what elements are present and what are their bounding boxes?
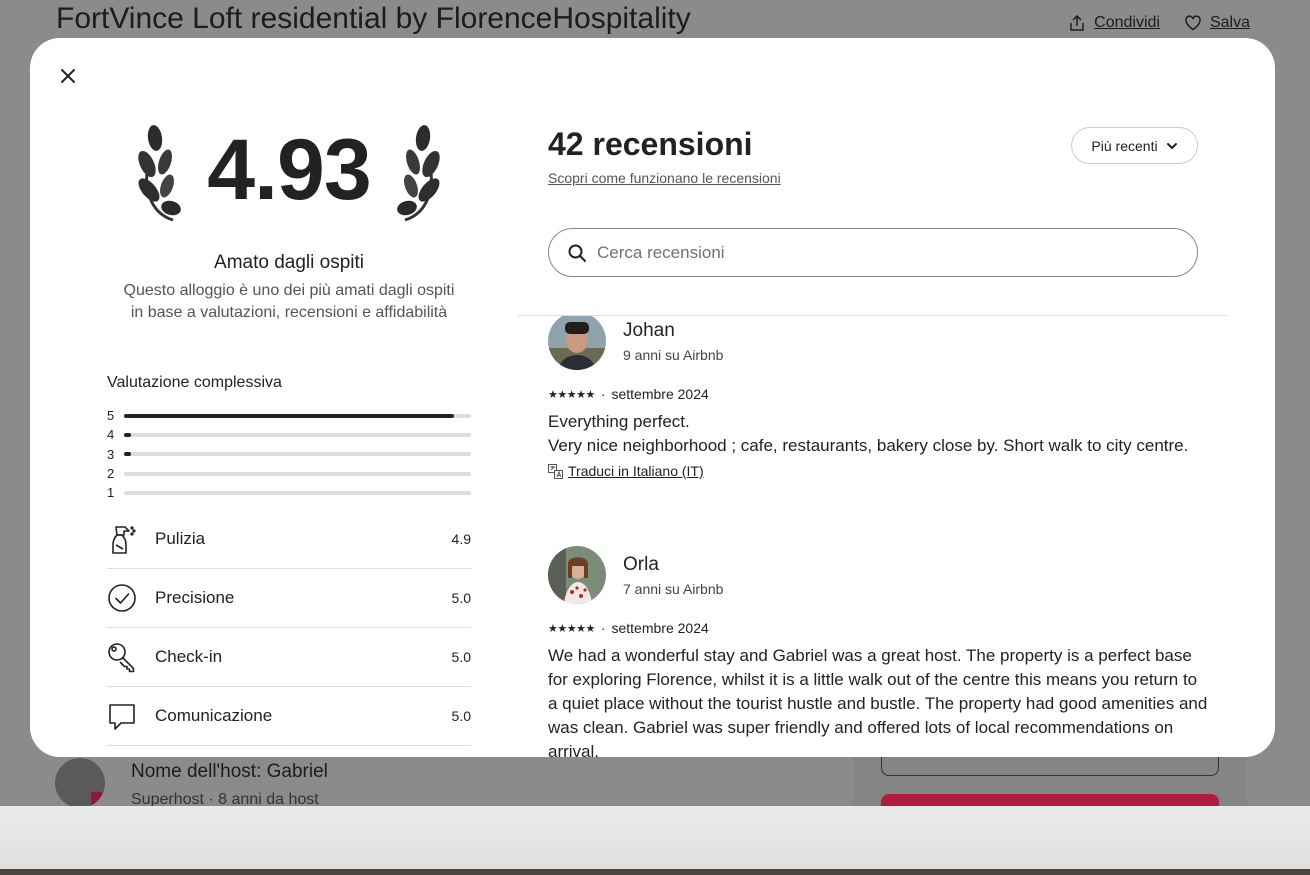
- check-circle-icon: [108, 584, 136, 612]
- review-search[interactable]: [548, 228, 1198, 277]
- distribution-stars: 3: [107, 446, 115, 462]
- listing-title: FortVince Loft residential by FlorenceHo…: [56, 2, 691, 35]
- search-icon: [568, 244, 586, 262]
- category-cleanliness: Pulizia 4.9: [107, 510, 471, 569]
- separator-dot: ·: [600, 620, 606, 636]
- booking-guests-field[interactable]: [881, 756, 1219, 776]
- review-date: settembre 2024: [611, 620, 709, 636]
- reviews-panel: 42 recensioni Scopri come funzionano le …: [518, 38, 1227, 757]
- distribution-track: [124, 452, 471, 457]
- separator-dot: ·: [600, 386, 606, 402]
- review-item: Johan 9 anni su Airbnb ★★★★★ · settembre…: [548, 316, 1208, 479]
- guest-favorite-description: Questo alloggio è uno dei più amati dagl…: [123, 282, 455, 321]
- bottom-bar: [0, 806, 1310, 875]
- photo-strip: [0, 869, 1310, 875]
- distribution-stars: 1: [107, 485, 115, 501]
- host-avatar: [55, 758, 105, 808]
- distribution-track: [124, 490, 471, 495]
- host-info: Nome dell'host: Gabriel Superhost · 8 an…: [55, 758, 328, 809]
- reviewer-tenure: 9 anni su Airbnb: [623, 346, 724, 363]
- category-checkin: Check-in 5.0: [107, 628, 471, 687]
- close-button[interactable]: [56, 64, 80, 88]
- distribution-row: 2: [107, 464, 471, 483]
- avatar-image: [548, 546, 606, 604]
- reviewer-name: Orla: [623, 553, 659, 575]
- category-value: 5.0: [451, 708, 471, 724]
- category-ratings: Pulizia 4.9 Precisione 5.0 Check-in 5.0 …: [107, 510, 471, 746]
- share-icon: [1070, 14, 1084, 31]
- reviews-list[interactable]: Johan 9 anni su Airbnb ★★★★★ · settembre…: [548, 316, 1227, 757]
- category-communication: Comunicazione 5.0: [107, 687, 471, 746]
- distribution-fill: [124, 432, 131, 437]
- review-stars: ★★★★★: [548, 388, 595, 401]
- rating-distribution: 5 4 3 2 1: [107, 406, 471, 502]
- distribution-fill: [124, 413, 454, 418]
- review-item: Orla 7 anni su Airbnb ★★★★★ · settembre …: [548, 546, 1208, 757]
- distribution-row: 1: [107, 483, 471, 502]
- listing-actions: Condividi Salva: [1068, 14, 1250, 32]
- chevron-down-icon: [1166, 142, 1177, 149]
- distribution-row: 3: [107, 445, 471, 464]
- review-text: Everything perfect. Very nice neighborho…: [548, 412, 1189, 455]
- review-date: settembre 2024: [611, 386, 709, 402]
- close-icon: [61, 69, 75, 83]
- distribution-track: [124, 471, 471, 476]
- category-label: Pulizia: [155, 529, 206, 548]
- translate-link[interactable]: Traduci in Italiano (IT): [568, 463, 704, 479]
- distribution-fill: [124, 452, 131, 457]
- rating-summary: 4.93 Amato dagli ospiti Questo alloggio …: [107, 38, 471, 757]
- spray-bottle-icon: [112, 526, 136, 554]
- reviewer-name: Johan: [623, 319, 675, 341]
- category-label: Comunicazione: [155, 706, 273, 725]
- heart-icon: [1185, 15, 1201, 31]
- share-label: Condividi: [1094, 14, 1160, 31]
- distribution-row: 5: [107, 406, 471, 425]
- reviewer-avatar[interactable]: [548, 546, 606, 604]
- guest-favorite-title: Amato dagli ospiti: [214, 252, 364, 273]
- reviews-count-title: 42 recensioni: [548, 126, 753, 162]
- share-button[interactable]: Condividi: [1068, 14, 1160, 32]
- category-value: 4.9: [451, 531, 471, 547]
- reviewer-avatar[interactable]: [548, 316, 606, 370]
- reviewer-tenure: 7 anni su Airbnb: [623, 580, 724, 597]
- distribution-stars: 2: [107, 466, 115, 482]
- sort-label: Più recenti: [1091, 137, 1158, 154]
- distribution-stars: 5: [107, 408, 115, 424]
- chat-bubble-icon: [109, 704, 135, 730]
- avatar-image: [548, 316, 606, 370]
- review-stars: ★★★★★: [548, 622, 595, 635]
- category-label: Check-in: [155, 647, 223, 666]
- category-accuracy: Precisione 5.0: [107, 569, 471, 628]
- category-value: 5.0: [451, 590, 471, 606]
- distribution-track: [124, 432, 471, 437]
- rating-hero: 4.93: [133, 120, 445, 230]
- category-value: 5.0: [451, 649, 471, 665]
- category-label: Precisione: [155, 588, 235, 607]
- overall-rating-label: Valutazione complessiva: [107, 374, 282, 391]
- save-label: Salva: [1209, 14, 1250, 31]
- distribution-stars: 4: [107, 427, 115, 443]
- sort-dropdown[interactable]: Più recenti: [1071, 127, 1198, 164]
- how-reviews-work-link[interactable]: Scopri come funzionano le recensioni: [548, 170, 781, 186]
- reviews-modal: 4.93 Amato dagli ospiti Questo alloggio …: [30, 38, 1275, 757]
- key-icon: [108, 643, 135, 673]
- search-input[interactable]: [597, 242, 1177, 263]
- review-text: We had a wonderful stay and Gabriel was …: [548, 646, 1208, 757]
- translate-icon: [548, 463, 563, 479]
- host-name: Nome dell'host: Gabriel: [131, 761, 328, 782]
- save-button[interactable]: Salva: [1184, 14, 1250, 32]
- laurel-right-icon: [397, 125, 440, 222]
- distribution-row: 4: [107, 425, 471, 444]
- distribution-track: [124, 413, 471, 418]
